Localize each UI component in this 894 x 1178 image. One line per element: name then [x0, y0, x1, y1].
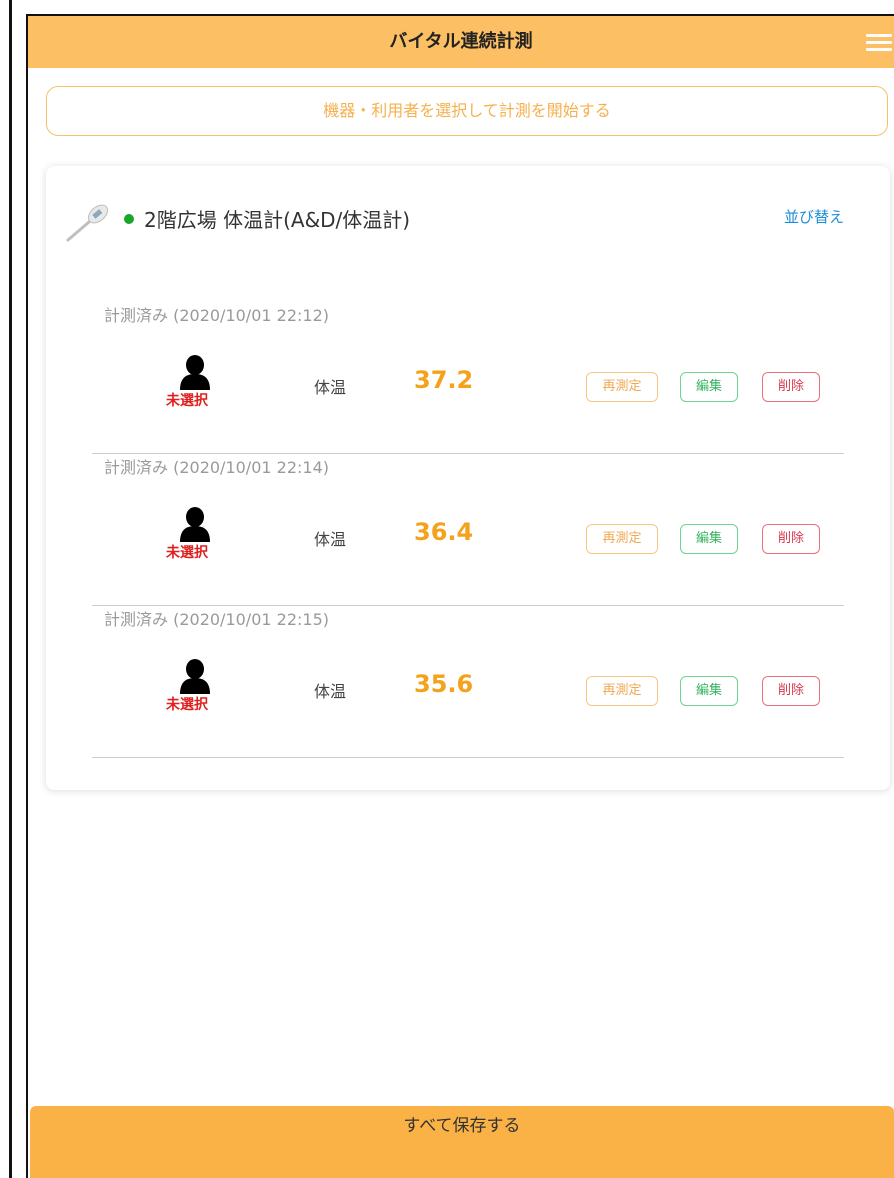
- header-bar: バイタル連続計測: [28, 16, 894, 68]
- metric-value: 37.2: [414, 366, 474, 394]
- user-unselected-label: 未選択: [166, 545, 208, 561]
- metric-label: 体温: [314, 682, 347, 701]
- device-name: 2階広場 体温計(A&D/体温計): [144, 208, 411, 232]
- user-silhouette-icon[interactable]: [178, 506, 212, 542]
- measurement-row: 計測済み (2020/10/01 22:12) 未選択 体温 37.2 再測定 …: [92, 302, 844, 454]
- user-silhouette-icon[interactable]: [178, 658, 212, 694]
- left-window-border: [0, 0, 12, 1178]
- measurement-time: 計測済み (2020/10/01 22:12): [104, 306, 329, 325]
- measurement-time: 計測済み (2020/10/01 22:15): [104, 610, 329, 629]
- remeasure-button[interactable]: 再測定: [586, 524, 658, 554]
- remeasure-button[interactable]: 再測定: [586, 676, 658, 706]
- user-silhouette-icon[interactable]: [178, 354, 212, 390]
- delete-button[interactable]: 削除: [762, 524, 820, 554]
- save-all-button[interactable]: すべて保存する: [30, 1106, 894, 1178]
- sort-button[interactable]: 並び替え: [784, 206, 844, 227]
- device-card: 2階広場 体温計(A&D/体温計) 並び替え 計測済み (2020/10/01 …: [46, 166, 890, 790]
- delete-button[interactable]: 削除: [762, 372, 820, 402]
- edit-button[interactable]: 編集: [680, 372, 738, 402]
- measurement-time: 計測済み (2020/10/01 22:14): [104, 458, 329, 477]
- metric-label: 体温: [314, 378, 347, 397]
- remeasure-button[interactable]: 再測定: [586, 372, 658, 402]
- start-measurement-button[interactable]: 機器・利用者を選択して計測を開始する: [46, 86, 888, 136]
- edit-button[interactable]: 編集: [680, 676, 738, 706]
- metric-value: 36.4: [414, 518, 474, 546]
- hamburger-menu-icon[interactable]: [866, 34, 892, 52]
- thermometer-icon: [66, 204, 109, 242]
- row-divider: [92, 757, 844, 758]
- user-unselected-label: 未選択: [166, 697, 208, 713]
- edit-button[interactable]: 編集: [680, 524, 738, 554]
- metric-label: 体温: [314, 530, 347, 549]
- metric-value: 35.6: [414, 670, 474, 698]
- measurement-row: 計測済み (2020/10/01 22:14) 未選択 体温 36.4 再測定 …: [92, 454, 844, 606]
- page-title: バイタル連続計測: [389, 31, 533, 52]
- connection-status-dot: [124, 214, 134, 224]
- user-unselected-label: 未選択: [166, 393, 208, 409]
- measurement-row: 計測済み (2020/10/01 22:15) 未選択 体温 35.6 再測定 …: [92, 606, 844, 758]
- delete-button[interactable]: 削除: [762, 676, 820, 706]
